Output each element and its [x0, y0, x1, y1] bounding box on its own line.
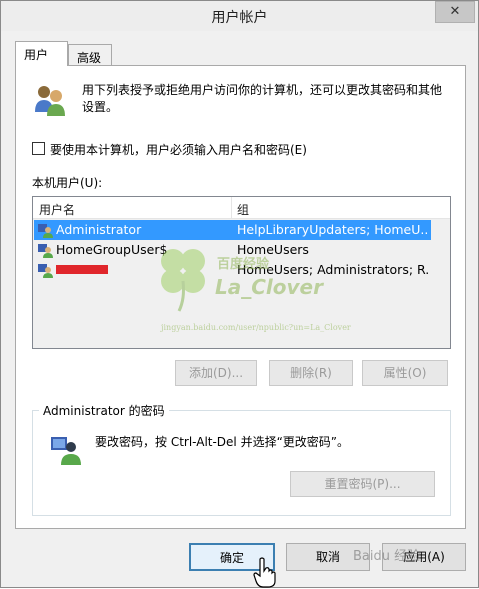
- table-row[interactable]: Administrator HelpLibraryUpdaters; HomeU…: [34, 220, 431, 240]
- tab-users[interactable]: 用户: [15, 41, 68, 66]
- tab-users-label: 用户: [24, 48, 49, 62]
- close-button[interactable]: ✕: [435, 1, 475, 23]
- column-header-group[interactable]: 组: [237, 201, 249, 218]
- password-instructions: 要改密码，按 Ctrl-Alt-Del 并选择“更改密码”。: [95, 435, 350, 449]
- table-row[interactable]: HomeGroupUser$ HomeUsers: [34, 240, 431, 260]
- watermark-url: jingyan.baidu.com/user/npublic?un=La_Clo…: [161, 323, 351, 332]
- require-password-checkbox[interactable]: [32, 142, 45, 155]
- tab-advanced-label: 高级: [77, 51, 102, 65]
- user-accounts-dialog: 用户帐户 ✕ 用户 高级 用下列表授予或拒绝用户访问你的计算机，还可以更改其密码…: [0, 0, 479, 588]
- window-title: 用户帐户: [211, 10, 268, 26]
- user-icon: [38, 264, 53, 278]
- column-divider[interactable]: [231, 197, 232, 219]
- baidu-watermark: Baidu 经验: [353, 549, 421, 564]
- row-username: Administrator: [56, 222, 142, 237]
- column-header-username[interactable]: 用户名: [39, 201, 75, 218]
- list-header: 用户名 组: [33, 197, 450, 219]
- row-group: HelpLibraryUpdaters; HomeU...: [237, 222, 429, 237]
- table-row[interactable]: HomeUsers; Administrators; R...: [34, 260, 431, 280]
- local-users-label: 本机用户(U):: [32, 176, 103, 190]
- remove-user-button[interactable]: 删除(R): [269, 360, 353, 386]
- hand-cursor-icon: [253, 557, 276, 588]
- tab-advanced[interactable]: 高级: [68, 44, 112, 66]
- row-username: HomeGroupUser$: [56, 242, 168, 257]
- reset-password-button[interactable]: 重置密码(P)...: [290, 471, 435, 497]
- user-password-icon: [51, 437, 81, 465]
- require-password-label: 要使用本计算机，用户必须输入用户名和密码(E): [50, 143, 307, 157]
- title-bar[interactable]: 用户帐户 ✕: [1, 1, 478, 31]
- password-group-title: Administrator 的密码: [39, 402, 169, 419]
- user-icon: [38, 244, 53, 258]
- properties-button[interactable]: 属性(O): [362, 360, 448, 386]
- add-user-button[interactable]: 添加(D)...: [175, 360, 257, 386]
- password-groupbox: Administrator 的密码 要改密码，按 Ctrl-Alt-Del 并选…: [32, 402, 451, 516]
- close-icon: ✕: [449, 4, 461, 19]
- redacted-username: [56, 265, 108, 274]
- intro-description: 用下列表授予或拒绝用户访问你的计算机，还可以更改其密码和其他设置。: [82, 83, 443, 114]
- users-group-icon: [35, 86, 65, 116]
- user-icon: [38, 224, 53, 238]
- row-group: HomeUsers; Administrators; R...: [237, 262, 429, 277]
- local-users-list[interactable]: 用户名 组 Administrator HelpLibraryUpdaters;…: [32, 196, 451, 349]
- users-tab-panel: 用下列表授予或拒绝用户访问你的计算机，还可以更改其密码和其他设置。 要使用本计算…: [15, 65, 466, 529]
- row-group: HomeUsers: [237, 242, 309, 257]
